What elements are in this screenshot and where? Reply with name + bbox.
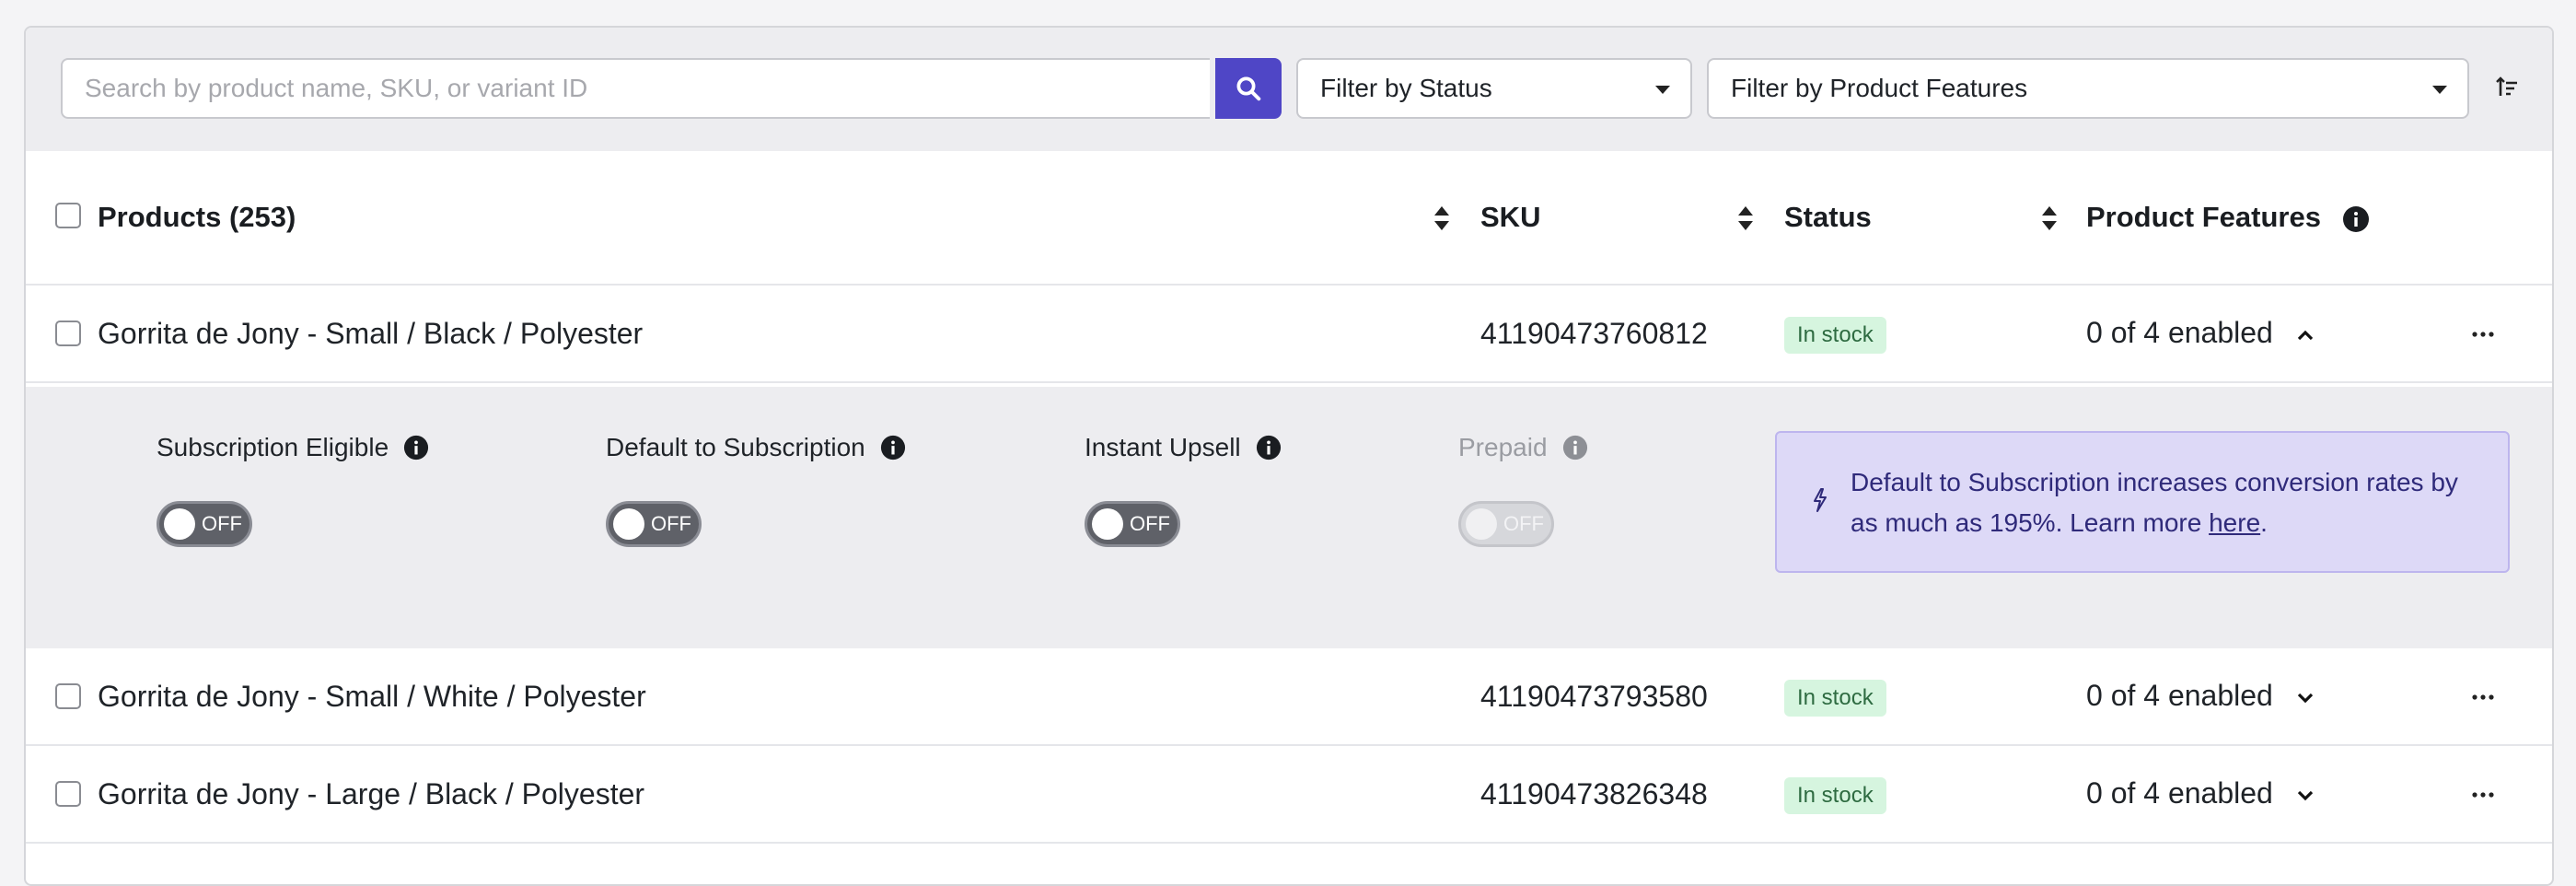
sort-products-icon[interactable] [1433,204,1451,232]
feature-label: Subscription Eligible [157,433,389,461]
search-icon [1236,76,1261,101]
search-input[interactable] [61,58,1210,119]
table-row[interactable]: Gorrita de Jony - Large / Black / Polyes… [26,746,2552,844]
product-features-panel: Subscription Eligible OFF Default to Sub… [26,387,2552,650]
status-badge: In stock [1784,680,1886,717]
chevron-down-icon [2297,790,2313,800]
more-actions-icon[interactable] [2471,783,2495,807]
products-column-header: Products (253) [98,201,296,233]
subscription-promo-banner: Default to Subscription increases conver… [1775,431,2510,573]
features-filter-label: Filter by Product Features [1731,74,2028,102]
info-icon[interactable] [2342,205,2370,233]
table-header: Products (253) SKU Status Product Featur… [26,151,2552,286]
instant-upsell-toggle[interactable]: OFF [1085,501,1180,547]
status-badge: In stock [1784,777,1886,814]
prepaid-toggle: OFF [1458,501,1554,547]
filter-toolbar: Filter by Status Filter by Product Featu… [26,28,2552,151]
chevron-down-icon [1655,86,1670,94]
sku-column-header: SKU [1480,201,1541,233]
lightning-icon [1814,488,1827,512]
features-toggle[interactable]: 0 of 4 enabled [2086,746,2315,840]
product-name: Gorrita de Jony - Small / White / Polyes… [98,680,646,713]
feature-subscription-eligible: Subscription Eligible OFF [157,433,429,547]
sort-options-icon[interactable] [2495,76,2519,99]
sort-status-icon[interactable] [2040,204,2059,232]
info-icon[interactable] [1562,435,1588,460]
feature-label: Default to Subscription [606,433,865,461]
subscription-eligible-toggle[interactable]: OFF [157,501,252,547]
sort-sku-icon[interactable] [1736,204,1755,232]
product-sku: 41190473760812 [1480,317,1708,350]
features-column-header: Product Features [2086,151,2370,284]
product-sku: 41190473793580 [1480,680,1708,713]
more-actions-icon[interactable] [2471,322,2495,346]
features-count: 0 of 4 enabled [2086,679,2273,712]
table-row[interactable]: Gorrita de Jony - Small / White / Polyes… [26,648,2552,746]
more-actions-icon[interactable] [2471,685,2495,709]
status-filter-select[interactable]: Filter by Status [1296,58,1692,119]
select-all-checkbox[interactable] [55,203,81,228]
info-icon[interactable] [880,435,906,460]
features-column-label: Product Features [2086,201,2321,233]
learn-more-link[interactable]: here [2209,508,2260,537]
status-column-header: Status [1784,201,1872,233]
features-toggle[interactable]: 0 of 4 enabled [2086,286,2315,379]
promo-message: Default to Subscription increases conver… [1851,468,2458,537]
status-filter-label: Filter by Status [1320,74,1492,102]
product-name: Gorrita de Jony - Large / Black / Polyes… [98,777,645,810]
chevron-up-icon [2297,330,2313,340]
feature-label: Instant Upsell [1085,433,1241,461]
features-count: 0 of 4 enabled [2086,776,2273,810]
status-badge: In stock [1784,317,1886,354]
info-icon[interactable] [403,435,429,460]
info-icon[interactable] [1256,435,1282,460]
table-row[interactable]: Gorrita de Jony - Small / Black / Polyes… [26,286,2552,383]
products-card: Filter by Status Filter by Product Featu… [24,26,2554,886]
row-checkbox[interactable] [55,683,81,709]
feature-instant-upsell: Instant Upsell OFF [1085,433,1282,547]
feature-default-to-subscription: Default to Subscription OFF [606,433,906,547]
search-button[interactable] [1215,58,1282,119]
features-count: 0 of 4 enabled [2086,316,2273,349]
product-sku: 41190473826348 [1480,777,1708,810]
chevron-down-icon [2432,86,2447,94]
default-to-subscription-toggle[interactable]: OFF [606,501,702,547]
features-toggle[interactable]: 0 of 4 enabled [2086,648,2315,742]
features-filter-select[interactable]: Filter by Product Features [1707,58,2469,119]
chevron-down-icon [2297,693,2313,703]
feature-prepaid: Prepaid OFF [1458,433,1588,547]
row-checkbox[interactable] [55,321,81,346]
feature-label: Prepaid [1458,433,1548,461]
product-name: Gorrita de Jony - Small / Black / Polyes… [98,317,644,350]
row-checkbox[interactable] [55,781,81,807]
